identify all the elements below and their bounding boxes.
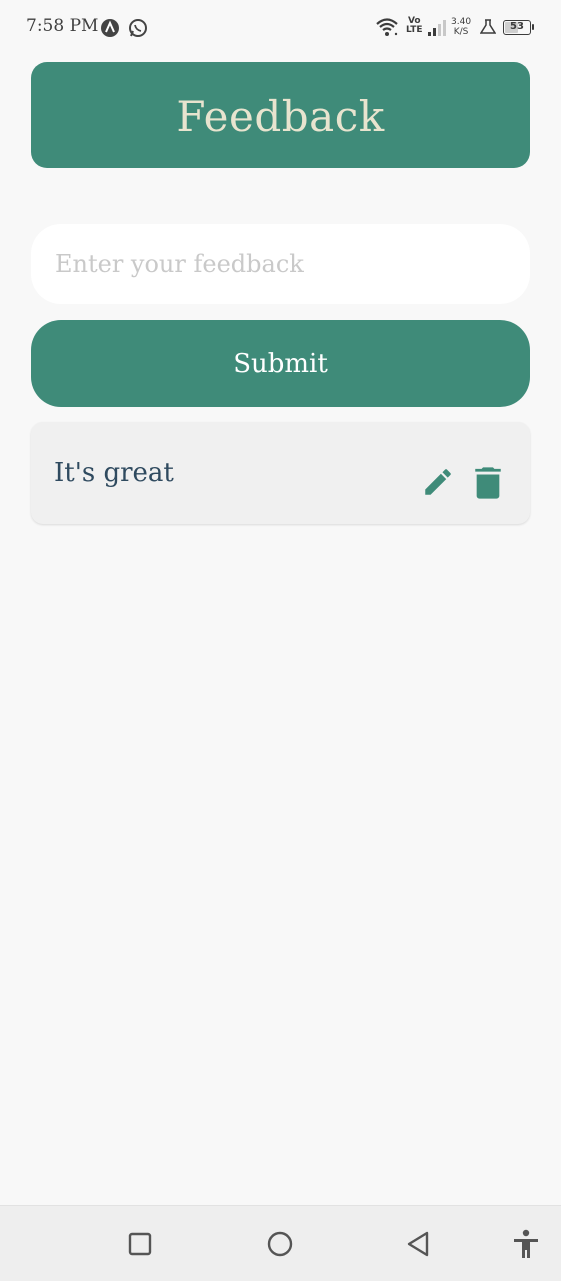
speed-value: 3.40 [451,17,472,27]
network-speed: 3.40 K/S [451,17,471,37]
feedback-item-text: It's great [54,458,174,488]
feedback-input[interactable] [31,224,530,304]
recent-apps-square-icon[interactable] [128,1232,152,1256]
battery-level: 53 [510,21,524,32]
speed-unit: K/S [453,27,469,37]
battery-icon: 53 [503,20,534,35]
home-circle-icon[interactable] [267,1231,293,1257]
pencil-icon[interactable] [421,465,455,499]
submit-button[interactable]: Submit [31,320,530,407]
feedback-list-item: It's great [31,422,530,524]
status-bar: 7:58 PM Vo LTE 3.40 K/S 53 [0,0,561,37]
status-time: 7:58 PM [26,16,99,36]
back-triangle-icon[interactable] [406,1231,430,1257]
accessibility-icon[interactable] [512,1229,540,1259]
trash-icon[interactable] [473,466,503,500]
signal-icon [428,20,446,36]
header-banner: Feedback [31,62,530,168]
whatsapp-icon [129,19,147,37]
volte-indicator: Vo LTE [406,17,423,35]
volte-bottom-label: LTE [406,25,423,35]
submit-button-label: Submit [233,348,328,379]
wifi-icon [376,18,398,36]
flask-icon [480,19,496,34]
page-title: Feedback [176,91,385,141]
system-nav-bar [0,1205,561,1281]
notification-a-icon [101,19,119,37]
